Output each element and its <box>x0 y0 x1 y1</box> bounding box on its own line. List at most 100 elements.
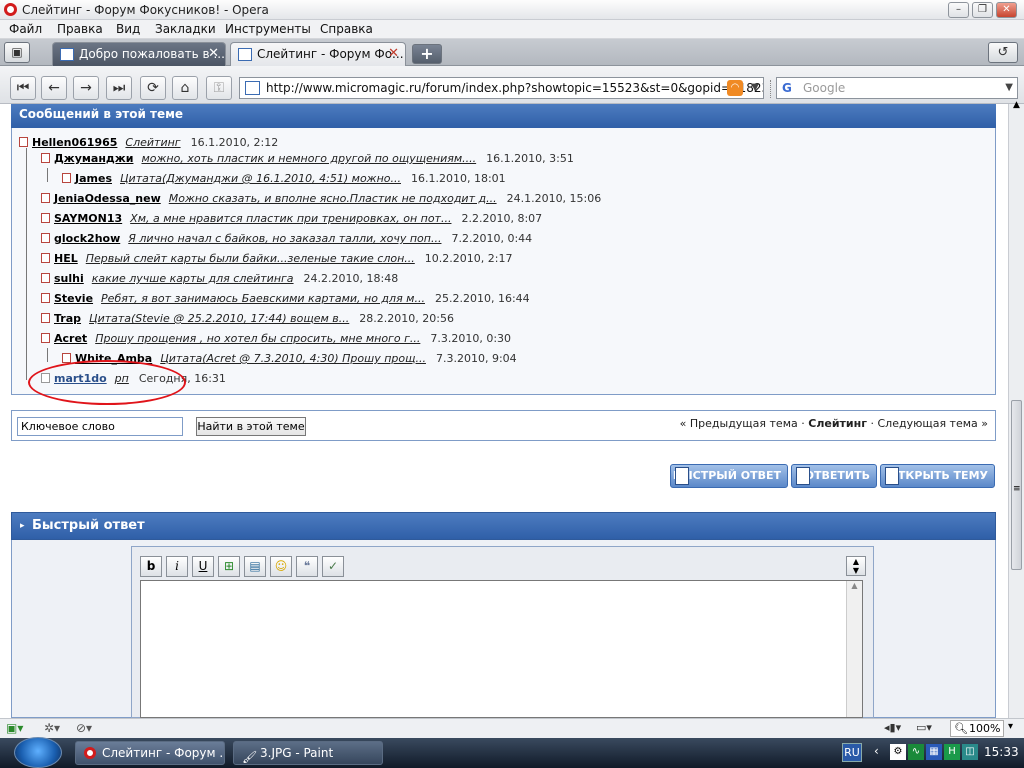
next-topic-link[interactable]: Следующая тема » <box>877 417 988 430</box>
editor-scrollbar[interactable]: ▲ <box>846 581 862 717</box>
chevron-down-icon[interactable]: ▾ <box>1008 721 1013 732</box>
view-icon[interactable]: ▭▾ <box>916 721 932 734</box>
post-author-link[interactable]: Hellen061965 <box>32 136 117 149</box>
fast-forward-button[interactable]: ⏭ <box>106 76 132 100</box>
panel-toggle-icon[interactable]: ▣ <box>4 42 30 63</box>
post-icon <box>41 293 50 303</box>
scroll-up-icon[interactable]: ▲ <box>1013 100 1020 110</box>
post-author-link[interactable]: James <box>75 172 112 185</box>
scroll-up-icon[interactable]: ▲ <box>847 581 862 590</box>
forward-button[interactable]: → <box>73 76 99 100</box>
close-window-button[interactable]: ✕ <box>996 2 1017 18</box>
italic-button[interactable]: i <box>166 556 188 577</box>
language-indicator[interactable]: RU <box>842 743 862 762</box>
bold-button[interactable]: b <box>140 556 162 577</box>
post-preview-link[interactable]: Цитата(Джуманджи @ 16.1.2010, 4:51) можн… <box>120 172 401 185</box>
restore-button[interactable]: ❐ <box>972 2 993 18</box>
insert-link-icon[interactable]: ⊞ <box>218 556 240 577</box>
taskbar-item-opera[interactable]: Слейтинг - Форум ... <box>75 741 225 765</box>
post-author-link[interactable]: SAYMON13 <box>54 212 122 225</box>
tab-slating-forum[interactable]: Слейтинг - Форум Фо... ✕ <box>230 42 406 66</box>
chevron-down-icon[interactable]: ▼ <box>751 78 759 98</box>
sidebar-toggle-icon[interactable]: ◂▮▾ <box>884 721 901 734</box>
magnifier-icon: 🔍︎ <box>954 722 968 735</box>
new-tab-button[interactable]: + <box>412 44 442 64</box>
new-topic-button[interactable]: ОТКРЫТЬ ТЕМУ <box>880 464 995 488</box>
menu-help[interactable]: Справка <box>320 22 373 36</box>
topic-navigation: « Предыдущая тема · Слейтинг · Следующая… <box>680 417 988 430</box>
quick-reply-header[interactable]: ▸ Быстрый ответ <box>11 512 996 540</box>
menu-edit[interactable]: Правка <box>57 22 103 36</box>
underline-button[interactable]: U <box>192 556 214 577</box>
network-icon[interactable]: ▦ <box>926 744 942 760</box>
reply-button[interactable]: ОТВЕТИТЬ <box>791 464 877 488</box>
thread-row: James Цитата(Джуманджи @ 16.1.2010, 4:51)… <box>62 172 506 185</box>
resize-editor-icon[interactable]: ▲ ▼ <box>846 556 866 576</box>
post-author-link[interactable]: JeniaOdessa_new <box>54 192 161 205</box>
post-preview-link[interactable]: Хм, а мне нравится пластик при тренировк… <box>130 212 451 225</box>
keyword-input[interactable]: Ключевое слово <box>17 417 183 436</box>
menu-tools[interactable]: Инструменты <box>225 22 311 36</box>
back-button[interactable]: ← <box>41 76 67 100</box>
post-icon <box>41 253 50 263</box>
post-author-link[interactable]: Acret <box>54 332 87 345</box>
close-tab-icon[interactable]: ✕ <box>208 43 219 65</box>
post-date: 10.2.2010, 2:17 <box>424 252 513 265</box>
insert-image-icon[interactable]: ▤ <box>244 556 266 577</box>
post-preview-link[interactable]: Слейтинг <box>125 136 180 149</box>
post-preview-link[interactable]: Ребят, я вот занимаюсь Баевскими картами… <box>101 292 425 305</box>
status-panel-icon[interactable]: ▣▾ <box>6 721 23 735</box>
security-key-icon: ⚿ <box>206 76 232 100</box>
clock[interactable]: 15:33 <box>984 745 1019 759</box>
rss-feed-icon[interactable]: ◠ <box>727 80 743 96</box>
zoom-control[interactable]: 🔍︎ 100% <box>950 720 1004 737</box>
unite-icon[interactable]: ⊘▾ <box>76 721 92 735</box>
post-preview-link[interactable]: Я лично начал с байков, но заказал талли… <box>128 232 441 245</box>
post-author-link[interactable]: HEL <box>54 252 78 265</box>
post-icon <box>41 313 50 323</box>
reload-button[interactable]: ⟳ <box>140 76 166 100</box>
tray-app-icon[interactable]: ⚙ <box>890 744 906 760</box>
menu-file[interactable]: Файл <box>9 22 42 36</box>
post-date: 7.3.2010, 9:04 <box>435 352 517 365</box>
prev-topic-link[interactable]: « Предыдущая тема <box>680 417 798 430</box>
spellcheck-icon[interactable]: ✓ <box>322 556 344 577</box>
smiley-icon[interactable]: ☺ <box>270 556 292 577</box>
closed-tabs-icon[interactable]: ↺ <box>988 42 1018 63</box>
chevron-down-icon[interactable]: ▼ <box>1005 78 1013 98</box>
start-button[interactable] <box>14 737 62 768</box>
menu-bookmarks[interactable]: Закладки <box>155 22 216 36</box>
close-tab-icon[interactable]: ✕ <box>388 43 399 65</box>
toolbar-splitter[interactable] <box>770 80 773 98</box>
address-input[interactable]: http://www.micromagic.ru/forum/index.php… <box>239 77 764 99</box>
reply-textarea[interactable]: ▲ <box>140 580 863 718</box>
find-in-topic-button[interactable]: Найти в этой теме <box>196 417 306 436</box>
post-preview-link[interactable]: можно, хоть пластик и немного другой по … <box>141 152 476 165</box>
tray-expand-icon[interactable]: ‹ <box>874 744 879 758</box>
post-author-link[interactable]: sulhi <box>54 272 84 285</box>
home-button[interactable]: ⌂ <box>172 76 198 100</box>
post-author-link[interactable]: Trap <box>54 312 81 325</box>
quick-reply-button[interactable]: БЫСТРЫЙ ОТВЕТ <box>670 464 788 488</box>
search-input[interactable]: G Google ▼ <box>776 77 1018 99</box>
minimize-button[interactable]: – <box>948 2 969 18</box>
post-preview-link[interactable]: Прошу прощения , но хотел бы спросить, м… <box>95 332 420 345</box>
post-preview-link[interactable]: Можно сказать, и вполне ясно.Пластик не … <box>169 192 497 205</box>
post-author-link[interactable]: Stevie <box>54 292 93 305</box>
post-preview-link[interactable]: Цитата(Acret @ 7.3.2010, 4:30) Прошу про… <box>160 352 426 365</box>
rewind-button[interactable]: ⏮ <box>10 76 36 100</box>
tray-monitor-icon[interactable]: ∿ <box>908 744 924 760</box>
post-preview-link[interactable]: какие лучше карты для слейтинга <box>92 272 294 285</box>
tray-sync-icon[interactable]: ◫ <box>962 744 978 760</box>
quote-icon[interactable]: ❝ <box>296 556 318 577</box>
post-author-link[interactable]: glock2how <box>54 232 120 245</box>
turbo-icon[interactable]: ✲▾ <box>44 721 60 735</box>
taskbar-item-paint[interactable]: 🖌︎ 3.JPG - Paint <box>233 741 383 765</box>
post-preview-link[interactable]: Цитата(Stevie @ 25.2.2010, 17:44) вощем … <box>89 312 349 325</box>
post-preview-link[interactable]: Первый слейт карты были байки...зеленые … <box>86 252 415 265</box>
menu-view[interactable]: Вид <box>116 22 140 36</box>
post-author-link[interactable]: Джуманджи <box>54 152 133 165</box>
vertical-scrollbar[interactable]: ▲ ≡ <box>1008 100 1024 718</box>
tab-welcome[interactable]: Добро пожаловать в ... ✕ <box>52 42 226 66</box>
tray-h-icon[interactable]: H <box>944 744 960 760</box>
